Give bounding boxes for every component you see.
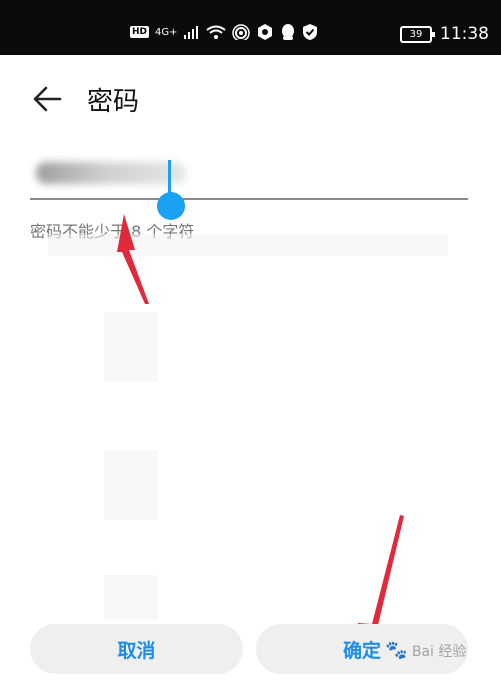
back-arrow-icon[interactable] <box>30 79 70 119</box>
clock: 11:38 <box>440 24 489 44</box>
text-cursor <box>168 160 171 196</box>
status-right: 39 11:38 <box>400 24 489 44</box>
annotation-arrow-hint <box>117 214 149 304</box>
paw-icon: 🐾 <box>385 640 408 661</box>
faded-content-bar <box>48 234 448 256</box>
faded-content-block <box>104 312 158 382</box>
blurred-password-text <box>36 162 186 184</box>
network-type-label: 4G+ <box>155 26 178 38</box>
faded-content-block <box>104 575 158 620</box>
battery-icon: 39 <box>400 25 435 43</box>
faded-content-block <box>104 450 158 520</box>
vpn-icon <box>257 24 272 40</box>
cancel-button[interactable]: 取消 <box>30 624 243 674</box>
wifi-icon <box>205 25 226 39</box>
watermark: 🐾 Bai 经验 <box>385 640 466 661</box>
shield-icon <box>302 24 317 40</box>
status-bar: HD 4G+ 39 11:38 <box>0 0 501 55</box>
status-icons: HD 4G+ <box>130 23 318 41</box>
hotspot-icon <box>231 24 250 40</box>
qq-icon <box>281 24 294 40</box>
password-field-row <box>30 152 468 200</box>
hd-badge: HD <box>130 26 150 38</box>
app-header: 密码 <box>0 55 501 140</box>
page-title: 密码 <box>87 87 140 117</box>
cursor-handle[interactable] <box>157 192 185 220</box>
watermark-text: Bai 经验 <box>411 644 467 660</box>
signal-icon <box>183 26 198 39</box>
